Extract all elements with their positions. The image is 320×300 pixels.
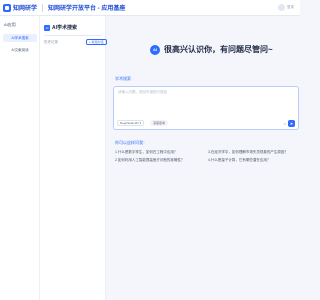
deep-think-button[interactable]: 深度思考: [150, 120, 169, 126]
main-area: AI 很高兴认识你，有问题尽管问~ 学术搜索 DeepSeek-R1 ▾ 深度思…: [106, 16, 300, 300]
suggested-question[interactable]: 2.如何利用人工智能提高医疗诊断的准确性？: [115, 158, 184, 163]
avatar[interactable]: [278, 4, 285, 11]
panel-title: AI学术搜索: [52, 25, 78, 31]
panel-header: AI AI学术搜索: [44, 24, 77, 31]
login-link[interactable]: 登录: [287, 5, 294, 10]
section-label-search: 学术搜索: [115, 76, 131, 81]
attachment-icon[interactable]: ⌂: [284, 121, 286, 126]
search-input-box: DeepSeek-R1 ▾ 深度思考 ⌂ ➤: [113, 86, 299, 130]
deep-think-label: 深度思考: [153, 121, 166, 125]
nav-section-label: AI应用: [4, 22, 16, 27]
left-nav: AI应用 AI学术搜索 AI文献阅读: [0, 16, 40, 300]
send-icon: ➤: [289, 121, 294, 126]
suggested-question[interactable]: 3.在经济学中，如何理解市场失灵现象的产生原因？: [208, 150, 288, 155]
top-header: 知网研学 知网研学开放平台 - 应用基座 登录: [0, 0, 300, 16]
welcome-banner: AI 很高兴认识你，有问题尽管问~: [150, 44, 273, 55]
ai-avatar-icon: AI: [150, 44, 160, 55]
model-select[interactable]: DeepSeek-R1 ▾: [117, 120, 145, 126]
questions-label: 你可以这样问我：: [115, 140, 147, 145]
user-area[interactable]: 登录: [278, 4, 294, 11]
search-input[interactable]: [118, 90, 268, 100]
nav-item-ai-reading[interactable]: AI文献阅读: [3, 46, 37, 54]
ai-search-icon: AI: [44, 24, 50, 31]
header-divider: [42, 3, 44, 12]
conversation-panel: AI AI学术搜索 历史记录 + 新建对话: [40, 16, 107, 300]
panel-divider: [44, 35, 102, 36]
logo-text: 知网研学: [13, 6, 38, 12]
send-button[interactable]: ➤: [288, 120, 295, 127]
suggested-question[interactable]: 4.什么是量子计算，它有哪些潜在应用？: [208, 158, 270, 163]
logo-icon: [3, 3, 11, 12]
welcome-text: 很高兴认识你，有问题尽管问~: [164, 45, 273, 54]
logo[interactable]: 知网研学: [3, 3, 37, 12]
nav-item-ai-search[interactable]: AI学术搜索: [3, 34, 37, 42]
platform-title: 知网研学开放平台 - 应用基座: [48, 6, 126, 12]
suggested-question[interactable]: 1.什么是数字孪生，如何在工程中应用？: [115, 150, 177, 155]
history-label: 历史记录: [44, 40, 58, 44]
new-conversation-button[interactable]: + 新建对话: [86, 39, 107, 45]
nav-section-title[interactable]: AI应用: [4, 22, 16, 28]
